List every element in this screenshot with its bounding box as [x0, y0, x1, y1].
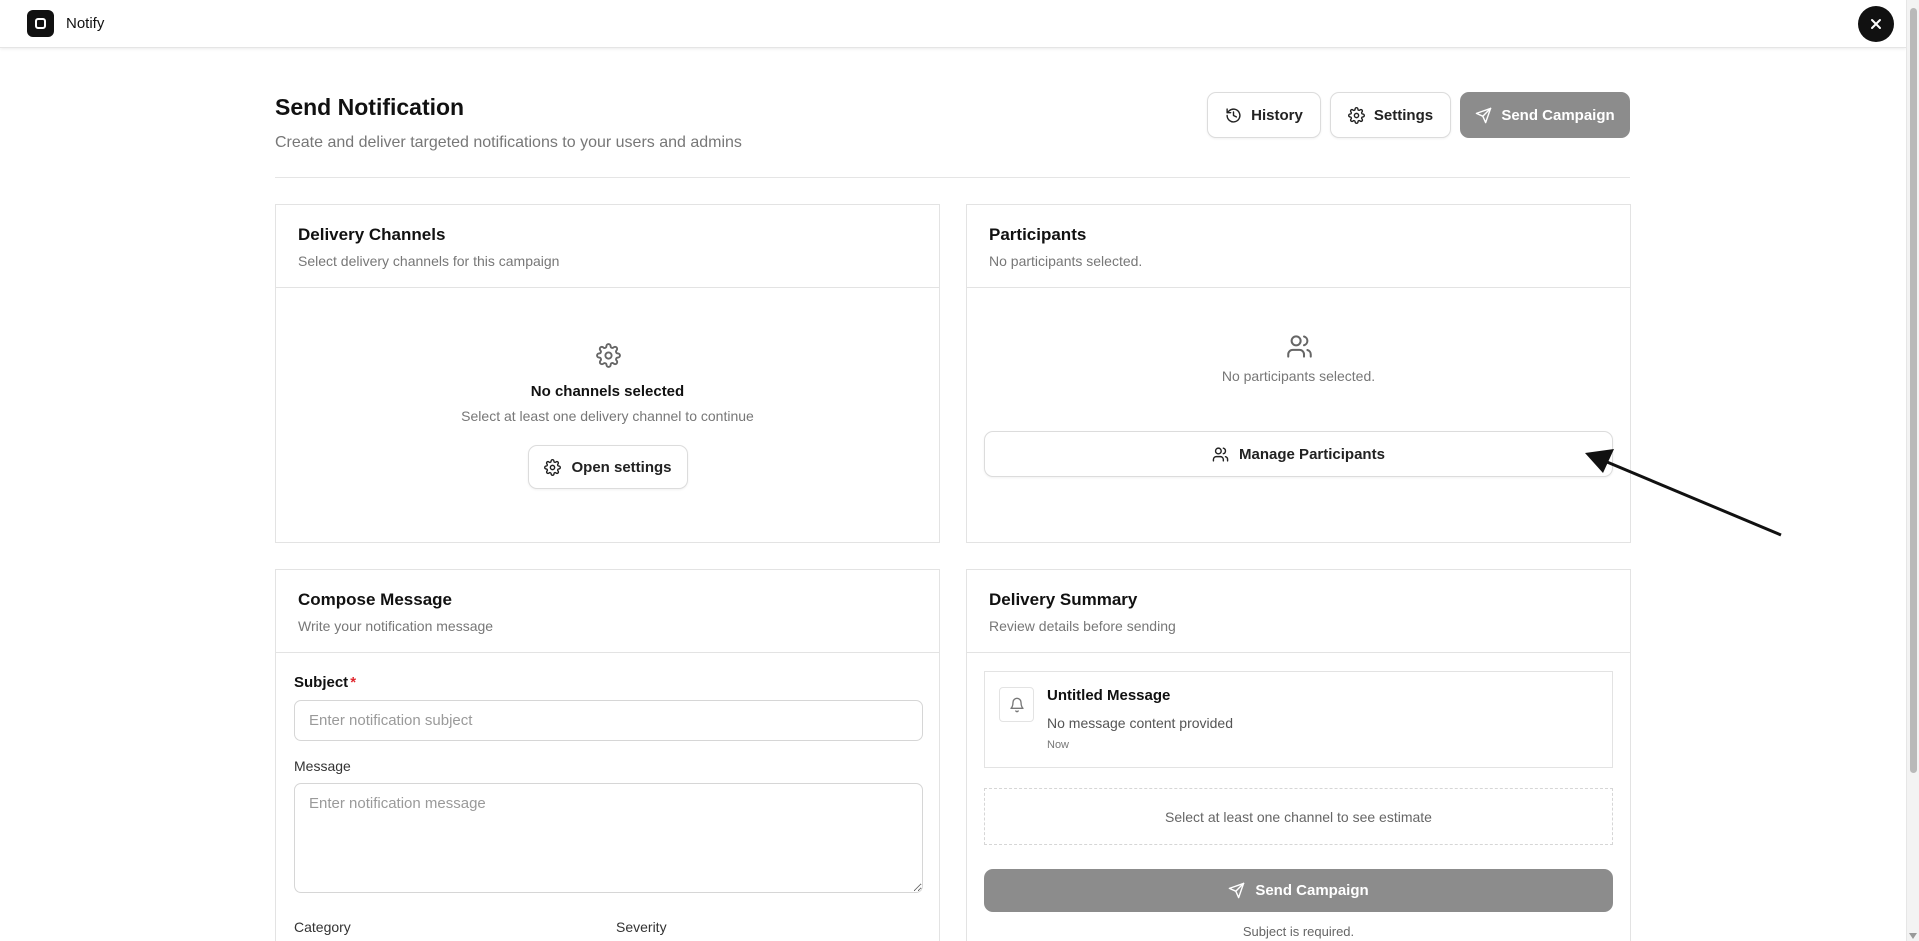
header-divider	[275, 177, 1630, 178]
delivery-summary-card: Delivery Summary Review details before s…	[966, 569, 1631, 941]
card-header: Compose Message Write your notification …	[276, 570, 939, 653]
preview-title: Untitled Message	[1047, 687, 1171, 704]
category-label: Category	[294, 919, 351, 935]
severity-label: Severity	[616, 919, 667, 935]
manage-participants-button[interactable]: Manage Participants	[984, 431, 1613, 477]
required-marker: *	[350, 674, 357, 691]
scrollbar-thumb[interactable]	[1910, 8, 1917, 773]
card-subtitle: Write your notification message	[298, 618, 494, 634]
gear-icon	[544, 458, 562, 476]
subject-input[interactable]	[294, 700, 923, 741]
app-logo-icon	[27, 10, 54, 37]
subject-label: Subject *	[294, 674, 356, 691]
empty-participants-text: No participants selected.	[1221, 368, 1376, 384]
card-subtitle: Review details before sending	[989, 618, 1176, 634]
message-textarea[interactable]	[294, 783, 923, 893]
card-title: Delivery Channels	[298, 225, 446, 244]
card-header: Participants No participants selected.	[967, 205, 1630, 288]
users-icon	[1287, 335, 1312, 358]
compose-message-card: Compose Message Write your notification …	[275, 569, 940, 941]
preview-time: Now	[1047, 739, 1070, 751]
card-header: Delivery Channels Select delivery channe…	[276, 205, 939, 288]
message-preview: Untitled Message No message content prov…	[984, 671, 1613, 768]
gear-icon	[596, 343, 621, 368]
send-campaign-button[interactable]: Send Campaign	[1460, 92, 1630, 138]
send-icon	[1229, 882, 1245, 899]
users-icon	[1212, 446, 1229, 462]
subject-label-text: Subject	[294, 674, 349, 691]
card-title: Delivery Summary	[989, 590, 1138, 609]
bell-icon	[1009, 697, 1024, 712]
send-campaign-button[interactable]: Send Campaign	[984, 869, 1613, 912]
card-subtitle: Select delivery channels for this campai…	[298, 253, 560, 269]
history-label: History	[1251, 106, 1303, 124]
participants-card: Participants No participants selected. N…	[966, 204, 1631, 543]
close-icon	[1871, 19, 1881, 29]
preview-body: No message content provided	[1047, 715, 1233, 731]
open-settings-label: Open settings	[571, 458, 672, 476]
app-name: Notify	[66, 15, 105, 32]
history-button[interactable]: History	[1207, 92, 1321, 138]
card-subtitle: No participants selected.	[989, 253, 1143, 269]
requirement-note: Subject is required.	[1242, 924, 1355, 939]
settings-label: Settings	[1373, 106, 1434, 124]
empty-state-title: No channels selected	[530, 383, 685, 400]
vertical-scrollbar[interactable]	[1906, 0, 1919, 941]
scroll-down-arrow-icon[interactable]	[1909, 933, 1917, 939]
card-header: Delivery Summary Review details before s…	[967, 570, 1630, 653]
send-campaign-label: Send Campaign	[1501, 106, 1615, 124]
estimate-text: Select at least one channel to see estim…	[1165, 808, 1432, 825]
send-icon	[1476, 107, 1492, 123]
history-icon	[1226, 107, 1241, 123]
delivery-channels-card: Delivery Channels Select delivery channe…	[275, 204, 940, 543]
page-title: Send Notification	[275, 94, 465, 120]
bell-icon-box	[999, 687, 1034, 722]
gear-icon	[1347, 106, 1365, 124]
settings-button[interactable]: Settings	[1330, 92, 1451, 138]
top-bar: Notify	[0, 0, 1906, 48]
send-campaign-label: Send Campaign	[1255, 882, 1369, 899]
message-label: Message	[294, 758, 351, 774]
estimate-box: Select at least one channel to see estim…	[984, 788, 1613, 845]
empty-state-subtitle: Select at least one delivery channel to …	[461, 408, 754, 424]
manage-participants-label: Manage Participants	[1239, 445, 1385, 463]
page-subtitle: Create and deliver targeted notification…	[275, 134, 742, 151]
open-settings-button[interactable]: Open settings	[528, 445, 688, 489]
close-button[interactable]	[1858, 6, 1894, 42]
card-title: Compose Message	[298, 590, 452, 609]
card-title: Participants	[989, 225, 1087, 244]
